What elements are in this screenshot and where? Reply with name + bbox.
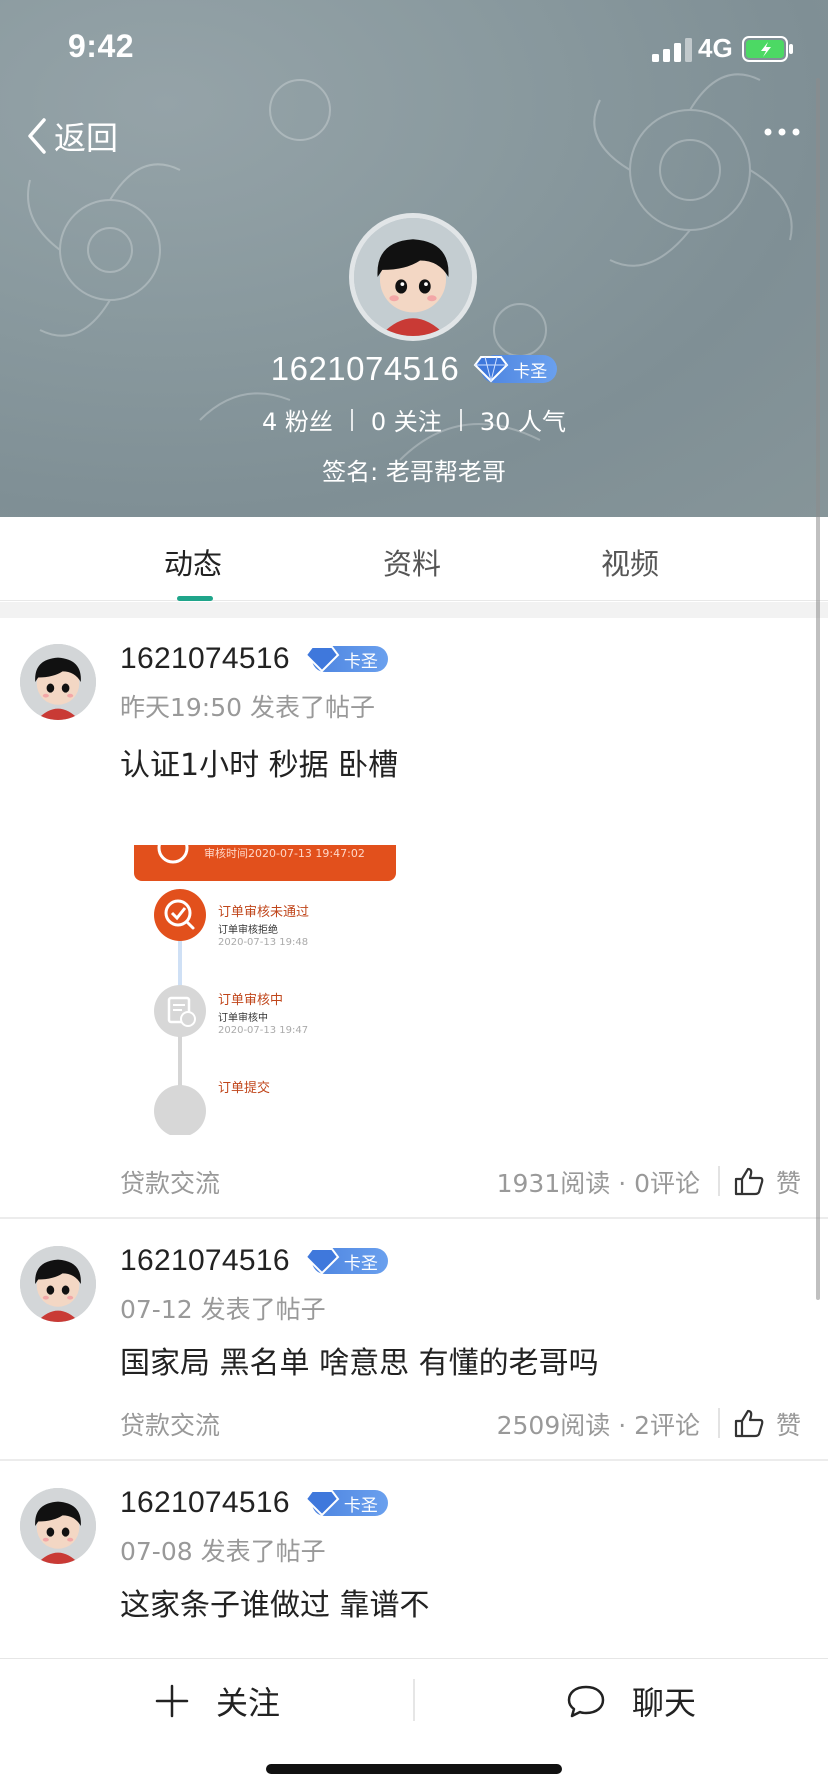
follow-label: 关注 xyxy=(216,1684,281,1722)
badge-label: 卡圣 xyxy=(513,361,548,382)
level-badge: 卡圣 xyxy=(473,355,558,383)
image-status-banner: 审核时间2020-07-13 19:47:02 xyxy=(134,845,396,881)
chat-bubble-icon xyxy=(567,1685,605,1718)
post-author-avatar[interactable] xyxy=(20,644,96,720)
more-dots-icon[interactable] xyxy=(762,120,802,144)
post-author-row: 1621074516 卡圣 xyxy=(120,1486,388,1520)
timeline-step-sub: 订单审核中 xyxy=(218,1013,268,1024)
cartoon-boy-avatar-icon xyxy=(20,1488,96,1564)
profile-stats: 4 粉丝 0 关注 30 人气 xyxy=(0,402,828,437)
bottom-bar-divider xyxy=(413,1679,415,1721)
post-meta: 昨天19:50 发表了帖子 xyxy=(120,693,375,722)
level-badge: 卡圣 xyxy=(304,646,388,673)
thumbs-up-icon[interactable] xyxy=(734,1166,764,1196)
post-stats: 1931阅读 · 0评论 xyxy=(496,1169,700,1198)
back-label: 返回 xyxy=(54,119,119,157)
profile-header: 9:42 4G 返回 1621074516 卡圣 4 粉丝 0 关注 30 人气… xyxy=(0,0,828,517)
profile-name: 1621074516 xyxy=(270,350,460,387)
post-author-name[interactable]: 1621074516 xyxy=(120,642,290,676)
image-banner-text: 审核时间2020-07-13 19:47:02 xyxy=(204,847,365,860)
signal-icon xyxy=(652,38,692,62)
post-image[interactable]: 审核时间2020-07-13 19:47:02 订单审核未通过 订单审核拒绝 2… xyxy=(120,845,430,1135)
chevron-left-icon xyxy=(28,118,46,154)
post-author-row: 1621074516 卡圣 xyxy=(120,642,388,676)
back-button[interactable]: 返回 xyxy=(24,108,118,164)
badge-label: 卡圣 xyxy=(343,651,378,672)
level-badge: 卡圣 xyxy=(304,1490,388,1517)
post-text: 国家局 黑名单 啥意思 有懂的老哥吗 xyxy=(120,1346,599,1381)
tab-profile-info[interactable]: 资料 xyxy=(383,541,441,583)
home-indicator[interactable] xyxy=(266,1764,562,1774)
plus-icon xyxy=(155,1684,189,1718)
timeline-step-title: 订单审核中 xyxy=(218,993,284,1008)
battery-icon xyxy=(742,36,793,62)
badge-label: 卡圣 xyxy=(343,1253,378,1274)
thumbs-up-icon[interactable] xyxy=(734,1408,764,1438)
post-author-name[interactable]: 1621074516 xyxy=(120,1244,290,1278)
check-circle-icon xyxy=(157,845,189,864)
post-topic-tag[interactable]: 贷款交流 xyxy=(120,1406,220,1442)
section-gap xyxy=(0,602,828,618)
reviewing-step-icon xyxy=(154,985,206,1037)
popularity-count: 30 人气 xyxy=(479,408,566,436)
rejected-step-icon xyxy=(154,889,206,941)
followers-count[interactable]: 4 粉丝 xyxy=(244,402,351,437)
tab-videos[interactable]: 视频 xyxy=(601,541,659,583)
diamond-icon xyxy=(304,1248,340,1275)
timeline-step-time: 2020-07-13 19:47 xyxy=(218,1025,309,1036)
post-text: 这家条子谁做过 靠谱不 xyxy=(120,1588,430,1623)
profile-name-row: 1621074516 卡圣 xyxy=(0,350,828,388)
post-author-name[interactable]: 1621074516 xyxy=(120,1486,290,1520)
following-count[interactable]: 0 关注 xyxy=(353,402,460,437)
diamond-icon xyxy=(473,356,509,383)
stats-divider xyxy=(718,1166,720,1196)
cartoon-boy-avatar-icon xyxy=(20,1246,96,1322)
timeline-step-time: 2020-07-13 19:48 xyxy=(218,937,309,948)
post-author-avatar[interactable] xyxy=(20,1246,96,1322)
status-time: 9:42 xyxy=(68,28,135,64)
cartoon-boy-avatar-icon xyxy=(20,644,96,720)
scrollbar[interactable] xyxy=(816,78,820,1300)
level-badge: 卡圣 xyxy=(304,1248,388,1275)
post-topic-tag[interactable]: 贷款交流 xyxy=(120,1164,220,1200)
post-meta: 07-08 发表了帖子 xyxy=(120,1537,326,1566)
post-stats: 2509阅读 · 2评论 xyxy=(496,1411,700,1440)
stats-divider xyxy=(718,1408,720,1438)
profile-avatar[interactable] xyxy=(349,213,477,341)
profile-signature: 签名: 老哥帮老哥 xyxy=(322,458,506,486)
timeline-step-title: 订单提交 xyxy=(218,1081,271,1096)
post-author-row: 1621074516 卡圣 xyxy=(120,1244,388,1278)
post-text: 认证1小时 秒据 卧槽 xyxy=(120,748,399,783)
tab-activity[interactable]: 动态 xyxy=(164,541,222,583)
network-label: 4G xyxy=(698,33,733,63)
diamond-icon xyxy=(304,1490,340,1517)
follow-button[interactable]: 关注 xyxy=(154,1679,280,1723)
badge-label: 卡圣 xyxy=(343,1495,378,1516)
submitted-step-icon xyxy=(154,1085,206,1135)
chat-button[interactable]: 聊天 xyxy=(566,1679,696,1723)
timeline-step-sub: 订单审核拒绝 xyxy=(218,925,278,936)
status-bar: 9:42 4G xyxy=(0,0,828,100)
diamond-icon xyxy=(304,646,340,673)
like-label[interactable]: 赞 xyxy=(776,1164,801,1200)
chat-label: 聊天 xyxy=(632,1684,697,1722)
profile-tabs: 动态 资料 视频 xyxy=(0,517,828,601)
active-tab-indicator xyxy=(177,596,213,601)
cartoon-boy-avatar-icon xyxy=(354,218,472,336)
timeline-step-title: 订单审核未通过 xyxy=(218,905,310,920)
like-label[interactable]: 赞 xyxy=(776,1406,801,1442)
post-meta: 07-12 发表了帖子 xyxy=(120,1295,326,1324)
post-author-avatar[interactable] xyxy=(20,1488,96,1564)
